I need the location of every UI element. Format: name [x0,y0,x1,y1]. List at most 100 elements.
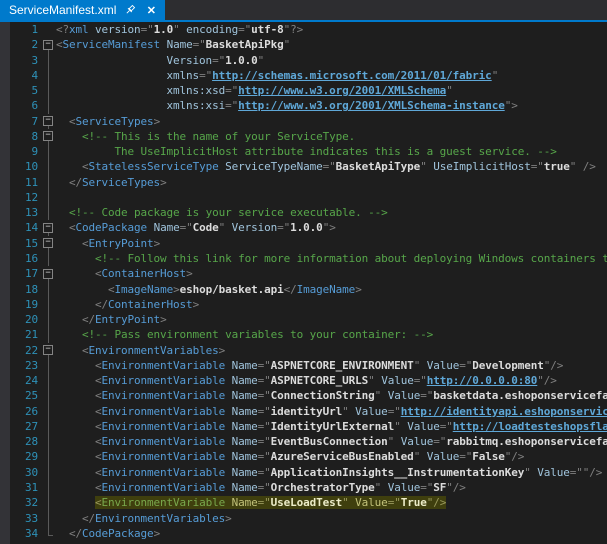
fold-margin[interactable]: − [42,129,56,144]
fold-margin [42,358,56,373]
tab-servicemanifest[interactable]: ServiceManifest.xml ✕ [0,0,165,20]
line-number: 29 [0,449,42,464]
code-line[interactable]: 14− <CodePackage Name="Code" Version="1.… [0,220,607,235]
code-line[interactable]: 4 xmlns="http://schemas.microsoft.com/20… [0,68,607,83]
line-number: 3 [0,53,42,68]
code-text: <EntryPoint> [56,236,607,251]
code-line[interactable]: 21 <!-- Pass environment variables to yo… [0,327,607,342]
pin-icon[interactable] [123,3,137,17]
fold-collapse-icon[interactable]: − [43,269,53,279]
fold-margin [42,175,56,190]
fold-collapse-icon[interactable]: − [43,131,53,141]
code-line[interactable]: 11 </ServiceTypes> [0,175,607,190]
code-line[interactable]: 26 <EnvironmentVariable Name="identityUr… [0,404,607,419]
line-number: 12 [0,190,42,205]
code-line[interactable]: 18 <ImageName>eshop/basket.api</ImageNam… [0,282,607,297]
fold-collapse-icon[interactable]: − [43,40,53,50]
code-text: <StatelessServiceType ServiceTypeName="B… [56,159,607,174]
editor[interactable]: 1<?xml version="1.0" encoding="utf-8"?>2… [0,22,607,544]
line-number: 2 [0,37,42,52]
fold-margin [42,83,56,98]
code-line[interactable]: 1<?xml version="1.0" encoding="utf-8"?> [0,22,607,37]
fold-margin[interactable]: − [42,220,56,235]
line-number: 8 [0,129,42,144]
code-line[interactable]: 5 xmlns:xsd="http://www.w3.org/2001/XMLS… [0,83,607,98]
line-number: 6 [0,98,42,113]
code-line[interactable]: 29 <EnvironmentVariable Name="AzureServi… [0,449,607,464]
code-text: <!-- Pass environment variables to your … [56,327,607,342]
line-number: 25 [0,388,42,403]
code-line[interactable]: 27 <EnvironmentVariable Name="IdentityUr… [0,419,607,434]
fold-margin [42,190,56,205]
code-text: Version="1.0.0" [56,53,607,68]
code-text: xmlns:xsd="http://www.w3.org/2001/XMLSch… [56,83,607,98]
line-number: 7 [0,114,42,129]
code-text: </EntryPoint> [56,312,607,327]
code-line[interactable]: 31 <EnvironmentVariable Name="Orchestrat… [0,480,607,495]
code-text: <ImageName>eshop/basket.api</ImageName> [56,282,607,297]
code-line[interactable]: 8− <!-- This is the name of your Service… [0,129,607,144]
fold-margin [42,159,56,174]
fold-margin [42,144,56,159]
code-line[interactable]: 10 <StatelessServiceType ServiceTypeName… [0,159,607,174]
fold-margin [42,388,56,403]
fold-collapse-icon[interactable]: − [43,238,53,248]
code-line[interactable]: 22− <EnvironmentVariables> [0,343,607,358]
fold-margin [42,312,56,327]
line-number: 11 [0,175,42,190]
code-line[interactable]: 24 <EnvironmentVariable Name="ASPNETCORE… [0,373,607,388]
code-line[interactable]: 17− <ContainerHost> [0,266,607,281]
code-text: <ServiceManifest Name="BasketApiPkg" [56,37,607,52]
line-number: 31 [0,480,42,495]
code-line[interactable]: 13 <!-- Code package is your service exe… [0,205,607,220]
fold-collapse-icon[interactable]: − [43,345,53,355]
fold-margin [42,495,56,510]
line-number: 23 [0,358,42,373]
fold-margin[interactable]: − [42,236,56,251]
line-number: 17 [0,266,42,281]
fold-margin [42,511,56,526]
code-line[interactable]: 20 </EntryPoint> [0,312,607,327]
fold-margin[interactable]: − [42,114,56,129]
code-line[interactable]: 30 <EnvironmentVariable Name="Applicatio… [0,465,607,480]
code-line[interactable]: 16 <!-- Follow this link for more inform… [0,251,607,266]
code-text: </CodePackage> [56,526,607,541]
code-line[interactable]: 2−<ServiceManifest Name="BasketApiPkg" [0,37,607,52]
line-number: 22 [0,343,42,358]
tab-title: ServiceManifest.xml [9,3,116,17]
line-number: 28 [0,434,42,449]
line-number: 18 [0,282,42,297]
code-line[interactable]: 12 [0,190,607,205]
code-text: <EnvironmentVariable Name="ApplicationIn… [56,465,607,480]
code-line[interactable]: 7− <ServiceTypes> [0,114,607,129]
line-number: 14 [0,220,42,235]
code-line[interactable]: 28 <EnvironmentVariable Name="EventBusCo… [0,434,607,449]
code-text: <EnvironmentVariable Name="EventBusConne… [56,434,607,449]
code-line[interactable]: 34 </CodePackage> [0,526,607,541]
code-line[interactable]: 9 The UseImplicitHost attribute indicate… [0,144,607,159]
code-line[interactable]: 23 <EnvironmentVariable Name="ASPNETCORE… [0,358,607,373]
fold-margin [42,98,56,113]
code-line[interactable]: 6 xmlns:xsi="http://www.w3.org/2001/XMLS… [0,98,607,113]
fold-margin [42,419,56,434]
code-text: <EnvironmentVariable Name="IdentityUrlEx… [56,419,607,434]
fold-margin[interactable]: − [42,343,56,358]
code-line[interactable]: 3 Version="1.0.0" [0,53,607,68]
code-text: xmlns="http://schemas.microsoft.com/2011… [56,68,607,83]
code-line[interactable]: 33 </EnvironmentVariables> [0,511,607,526]
code-text: <ServiceTypes> [56,114,607,129]
code-line[interactable]: 19 </ContainerHost> [0,297,607,312]
fold-collapse-icon[interactable]: − [43,116,53,126]
code-line[interactable]: 15− <EntryPoint> [0,236,607,251]
code-text: </ContainerHost> [56,297,607,312]
close-icon[interactable]: ✕ [144,3,158,17]
fold-margin [42,404,56,419]
code-line[interactable]: 25 <EnvironmentVariable Name="Connection… [0,388,607,403]
code-text: <EnvironmentVariable Name="identityUrl" … [56,404,607,419]
fold-margin[interactable]: − [42,266,56,281]
fold-collapse-icon[interactable]: − [43,223,53,233]
code-line[interactable]: 32 <EnvironmentVariable Name="UseLoadTes… [0,495,607,510]
code-text: The UseImplicitHost attribute indicates … [56,144,607,159]
code-text: <EnvironmentVariable Name="ASPNETCORE_UR… [56,373,607,388]
fold-margin[interactable]: − [42,37,56,52]
